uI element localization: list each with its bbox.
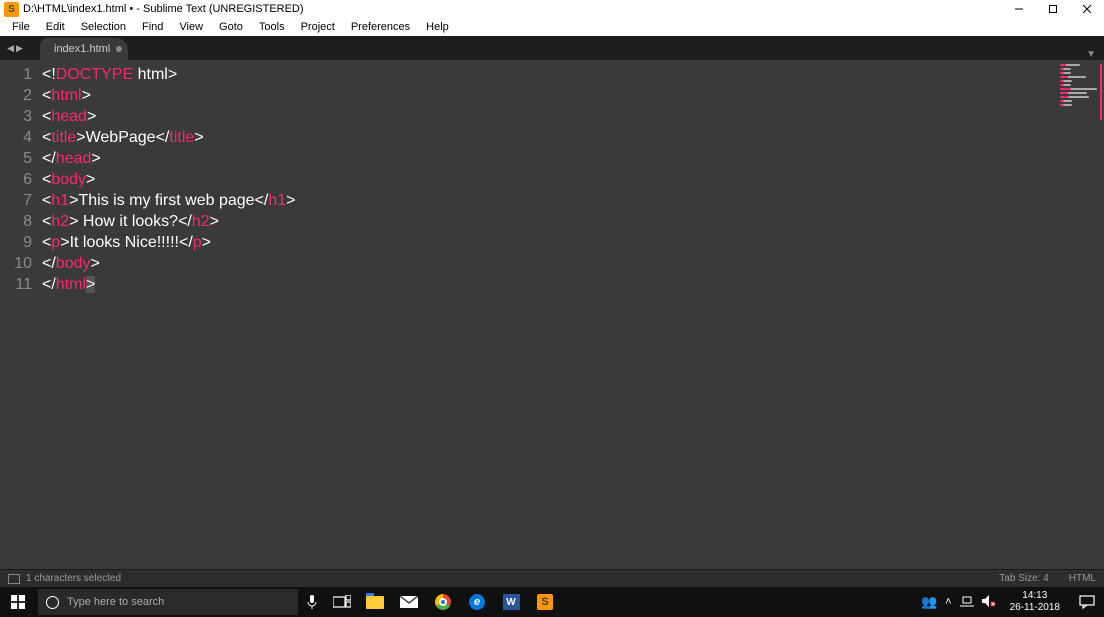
minimap-line <box>1060 96 1089 98</box>
sublime-icon: S <box>537 594 553 610</box>
minimap-line <box>1060 76 1086 78</box>
chrome-icon <box>435 594 451 610</box>
clock-time: 14:13 <box>1010 590 1060 602</box>
cortana-mic-icon[interactable] <box>298 587 326 617</box>
action-center-button[interactable] <box>1074 587 1100 617</box>
minimap-line <box>1060 68 1071 70</box>
system-tray[interactable]: 👥 ˄ 14:13 26-11-2018 <box>921 587 1104 617</box>
line-number: 5 <box>0 148 32 169</box>
line-number: 10 <box>0 253 32 274</box>
minimap[interactable] <box>1060 64 1100 144</box>
minimap-viewport-indicator <box>1100 64 1102 120</box>
code-line[interactable]: <p>It looks Nice!!!!!</p> <box>42 232 1104 253</box>
code-line[interactable]: <title>WebPage</title> <box>42 127 1104 148</box>
minimap-line <box>1060 88 1097 90</box>
code-area[interactable]: <!DOCTYPE html><html><head><title>WebPag… <box>42 60 1104 569</box>
search-icon <box>46 596 59 609</box>
task-view-button[interactable] <box>326 587 358 617</box>
code-line[interactable]: <!DOCTYPE html> <box>42 64 1104 85</box>
app-icon: S <box>4 2 19 17</box>
line-number: 8 <box>0 211 32 232</box>
taskbar-app-chrome[interactable] <box>426 587 460 617</box>
menu-tools[interactable]: Tools <box>251 21 293 33</box>
menu-find[interactable]: Find <box>134 21 171 33</box>
minimap-line <box>1060 104 1072 106</box>
tab-label: index1.html <box>54 43 110 55</box>
taskbar-app-edge[interactable]: e <box>460 587 494 617</box>
volume-icon[interactable] <box>982 595 996 610</box>
network-icon[interactable] <box>960 595 974 610</box>
status-bar: 1 characters selected Tab Size: 4 HTML <box>0 569 1104 587</box>
line-number: 3 <box>0 106 32 127</box>
menu-edit[interactable]: Edit <box>38 21 73 33</box>
mail-icon <box>400 596 418 608</box>
code-line[interactable]: </body> <box>42 253 1104 274</box>
maximize-button[interactable] <box>1036 0 1070 18</box>
line-number-gutter: 1234567891011 <box>0 60 42 569</box>
menu-help[interactable]: Help <box>418 21 457 33</box>
line-number: 9 <box>0 232 32 253</box>
line-number: 7 <box>0 190 32 211</box>
line-number: 4 <box>0 127 32 148</box>
tab-nav-arrows[interactable]: ◀ ▶ <box>0 36 30 60</box>
folder-icon <box>366 596 384 609</box>
code-line[interactable]: <h1>This is my first web page</h1> <box>42 190 1104 211</box>
code-line[interactable]: <head> <box>42 106 1104 127</box>
editor-app: ◀ ▶ index1.html ▼ 1234567891011 <!DOCTYP… <box>0 36 1104 569</box>
dirty-indicator-icon <box>116 46 122 52</box>
tab-overflow-button[interactable]: ▼ <box>1086 49 1104 60</box>
minimap-line <box>1060 80 1072 82</box>
line-number: 1 <box>0 64 32 85</box>
minimap-line <box>1060 100 1072 102</box>
tab-size-status[interactable]: Tab Size: 4 <box>999 573 1048 584</box>
clock-date: 26-11-2018 <box>1010 602 1060 614</box>
taskbar-app-sublime[interactable]: S <box>528 587 562 617</box>
word-icon: W <box>503 594 520 610</box>
editor[interactable]: 1234567891011 <!DOCTYPE html><html><head… <box>0 60 1104 569</box>
minimap-line <box>1060 64 1080 66</box>
window-controls <box>1002 0 1104 18</box>
tab-row: ◀ ▶ index1.html ▼ <box>0 36 1104 60</box>
minimap-line <box>1060 84 1071 86</box>
code-line[interactable]: </html> <box>42 274 1104 295</box>
edge-icon: e <box>469 594 485 610</box>
menu-goto[interactable]: Goto <box>211 21 251 33</box>
selection-status: 1 characters selected <box>26 573 979 584</box>
panel-switcher-icon[interactable] <box>8 574 20 584</box>
menu-selection[interactable]: Selection <box>73 21 134 33</box>
start-button[interactable] <box>0 587 36 617</box>
line-number: 2 <box>0 85 32 106</box>
taskbar-app-explorer[interactable] <box>358 587 392 617</box>
menu-bar: FileEditSelectionFindViewGotoToolsProjec… <box>0 18 1104 36</box>
minimap-line <box>1060 72 1071 74</box>
windows-taskbar: Type here to search e W S 👥 ˄ 14:13 26-1… <box>0 587 1104 617</box>
menu-preferences[interactable]: Preferences <box>343 21 418 33</box>
tray-chevron-up-icon[interactable]: ˄ <box>945 596 951 608</box>
chevron-left-icon: ◀ <box>7 43 14 54</box>
chevron-right-icon: ▶ <box>16 43 23 54</box>
taskbar-app-mail[interactable] <box>392 587 426 617</box>
search-placeholder: Type here to search <box>67 596 164 608</box>
window-title: D:\HTML\index1.html • - Sublime Text (UN… <box>23 3 1002 15</box>
menu-view[interactable]: View <box>171 21 211 33</box>
file-tab[interactable]: index1.html <box>40 38 128 60</box>
window-titlebar: S D:\HTML\index1.html • - Sublime Text (… <box>0 0 1104 18</box>
code-line[interactable]: <h2> How it looks?</h2> <box>42 211 1104 232</box>
code-line[interactable]: <html> <box>42 85 1104 106</box>
minimize-button[interactable] <box>1002 0 1036 18</box>
taskbar-search[interactable]: Type here to search <box>38 589 298 615</box>
syntax-status[interactable]: HTML <box>1069 573 1096 584</box>
menu-file[interactable]: File <box>4 21 38 33</box>
line-number: 6 <box>0 169 32 190</box>
taskbar-app-word[interactable]: W <box>494 587 528 617</box>
close-button[interactable] <box>1070 0 1104 18</box>
taskbar-clock[interactable]: 14:13 26-11-2018 <box>1004 590 1066 614</box>
people-icon[interactable]: 👥 <box>921 594 937 610</box>
code-line[interactable]: </head> <box>42 148 1104 169</box>
menu-project[interactable]: Project <box>293 21 343 33</box>
code-line[interactable]: <body> <box>42 169 1104 190</box>
minimap-line <box>1060 92 1087 94</box>
line-number: 11 <box>0 274 32 295</box>
